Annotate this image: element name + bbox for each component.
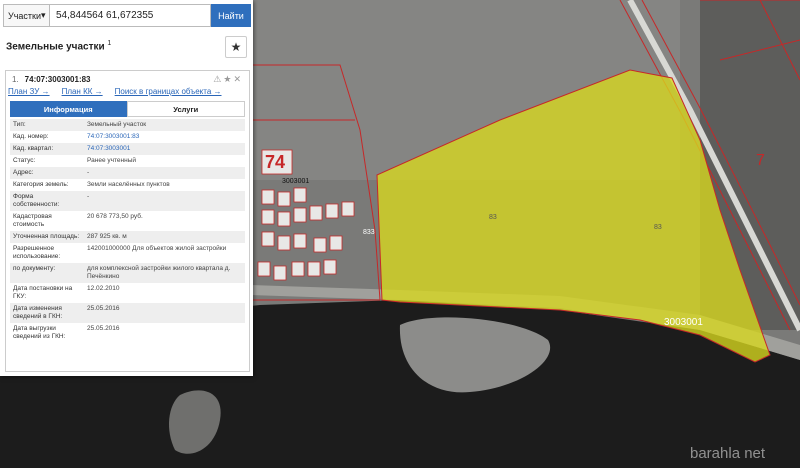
map-label-block-small: 3003001 bbox=[282, 178, 309, 185]
info-key: Тип: bbox=[13, 121, 26, 128]
panel-title-count: 1 bbox=[107, 40, 112, 47]
watermark: barahla net bbox=[690, 445, 766, 462]
info-row: Дата изменения сведений в ГКН: 25.05.2016 bbox=[10, 303, 245, 323]
result-actions: ⚠★✕ bbox=[213, 74, 243, 85]
info-row: Кад. номер: 74:07:3003001:83 bbox=[10, 131, 245, 143]
info-value: для комплексной застройки жилого квартал… bbox=[87, 265, 231, 280]
chevron-down-icon: ▾ bbox=[41, 10, 46, 20]
info-key: Разрешенное использование: bbox=[13, 245, 61, 260]
info-value: 25.05.2016 bbox=[87, 325, 120, 332]
info-value: - bbox=[87, 169, 90, 176]
map-label-833: 833 bbox=[363, 229, 375, 236]
tab-services[interactable]: Услуги bbox=[126, 101, 245, 117]
result-index: 1. bbox=[12, 74, 19, 84]
info-key: Кадастровая стоимость bbox=[13, 213, 52, 228]
search-input[interactable]: 54,844564 61,672355 bbox=[50, 4, 211, 27]
info-value: 12.02.2010 bbox=[87, 285, 120, 292]
info-row: Адрес: - bbox=[10, 167, 245, 179]
info-key: Дата изменения сведений в ГКН: bbox=[13, 305, 63, 320]
info-row: Категория земель: Земли населённых пункто… bbox=[10, 179, 245, 191]
info-row: Статус: Ранее учтенный bbox=[10, 155, 245, 167]
find-button[interactable]: Найти bbox=[211, 4, 251, 27]
result-card: 1. 74:07:3003001:83 ⚠★✕ План ЗУ → План К… bbox=[5, 70, 250, 372]
panel-title-text: Земельные участки bbox=[6, 41, 105, 53]
info-value: 287 925 кв. м bbox=[87, 233, 127, 240]
info-key: по документу: bbox=[13, 265, 56, 272]
panel-header: Земельные участки 1 ★ bbox=[6, 36, 248, 58]
info-value: 142001000000 Для объектов жилой застройк… bbox=[87, 245, 227, 252]
info-row: Кадастровая стоимость 20 678 773,50 руб. bbox=[10, 211, 245, 231]
info-panel: Участки ▾ 54,844564 61,672355 Найти Земе… bbox=[0, 0, 253, 376]
info-value-link[interactable]: 74:07:3003001:83 bbox=[84, 131, 245, 143]
info-value: Ранее учтенный bbox=[87, 157, 136, 164]
search-scope-select[interactable]: Участки ▾ bbox=[3, 4, 50, 27]
star-outline-icon[interactable]: ★ bbox=[223, 74, 233, 84]
info-key: Дата постановки на ГКУ: bbox=[13, 285, 73, 300]
info-key: Категория земель: bbox=[13, 181, 69, 188]
map-label-zone-7: 7 bbox=[756, 152, 765, 169]
info-key: Форма собственности: bbox=[13, 193, 60, 208]
info-row: Дата выгрузки сведений из ГКН: 25.05.2016 bbox=[10, 323, 245, 343]
search-scope-label: Участки bbox=[8, 10, 41, 21]
info-key: Уточненная площадь: bbox=[13, 233, 80, 240]
info-value: 25.05.2016 bbox=[87, 305, 120, 312]
info-key: Кад. квартал: bbox=[13, 145, 54, 152]
info-value: - bbox=[87, 193, 90, 200]
link-plan-zu[interactable]: План ЗУ → bbox=[8, 87, 50, 101]
info-key: Кад. номер: bbox=[13, 133, 49, 140]
map-label-district-74: 74 bbox=[265, 152, 285, 172]
link-plan-kk[interactable]: План КК → bbox=[62, 87, 103, 101]
map-label-83-a: 83 bbox=[489, 214, 497, 221]
info-value: Земли населённых пунктов bbox=[87, 181, 170, 188]
result-tabs: Информация Услуги bbox=[10, 101, 245, 117]
info-value-link[interactable]: 74:07:3003001 bbox=[84, 143, 245, 155]
info-row: Тип: Земельный участок bbox=[10, 119, 245, 131]
info-row: Форма собственности: - bbox=[10, 191, 245, 211]
search-bar: Участки ▾ 54,844564 61,672355 Найти bbox=[3, 4, 251, 27]
info-row: Разрешенное использование: 142001000000 Д… bbox=[10, 243, 245, 263]
info-key: Адрес: bbox=[13, 169, 34, 176]
map-label-block-3003001: 3003001 bbox=[664, 317, 703, 328]
info-row: Кад. квартал: 74:07:3003001 bbox=[10, 143, 245, 155]
info-row: Уточненная площадь: 287 925 кв. м bbox=[10, 231, 245, 243]
info-key: Статус: bbox=[13, 157, 36, 164]
info-table: Тип: Земельный участок Кад. номер: 74:07:30… bbox=[10, 119, 245, 343]
close-icon[interactable]: ✕ bbox=[233, 74, 243, 84]
result-links: План ЗУ → План КК → Поиск в границах объ… bbox=[6, 87, 249, 101]
info-value: Земельный участок bbox=[87, 121, 147, 128]
tab-information[interactable]: Информация bbox=[10, 101, 127, 117]
info-key: Дата выгрузки сведений из ГКН: bbox=[13, 325, 66, 340]
info-row: Дата постановки на ГКУ: 12.02.2010 bbox=[10, 283, 245, 303]
map-label-83-b: 83 bbox=[654, 224, 662, 231]
panel-title: Земельные участки 1 bbox=[6, 40, 111, 52]
result-cad-number: 74:07:3003001:83 bbox=[24, 74, 91, 84]
favorite-star-icon[interactable]: ★ bbox=[225, 36, 247, 58]
info-row: по документу: для комплексной застройки ж… bbox=[10, 263, 245, 283]
info-value: 20 678 773,50 руб. bbox=[87, 213, 143, 220]
warning-icon[interactable]: ⚠ bbox=[213, 74, 223, 84]
link-search-within[interactable]: Поиск в границах объекта → bbox=[115, 87, 222, 101]
